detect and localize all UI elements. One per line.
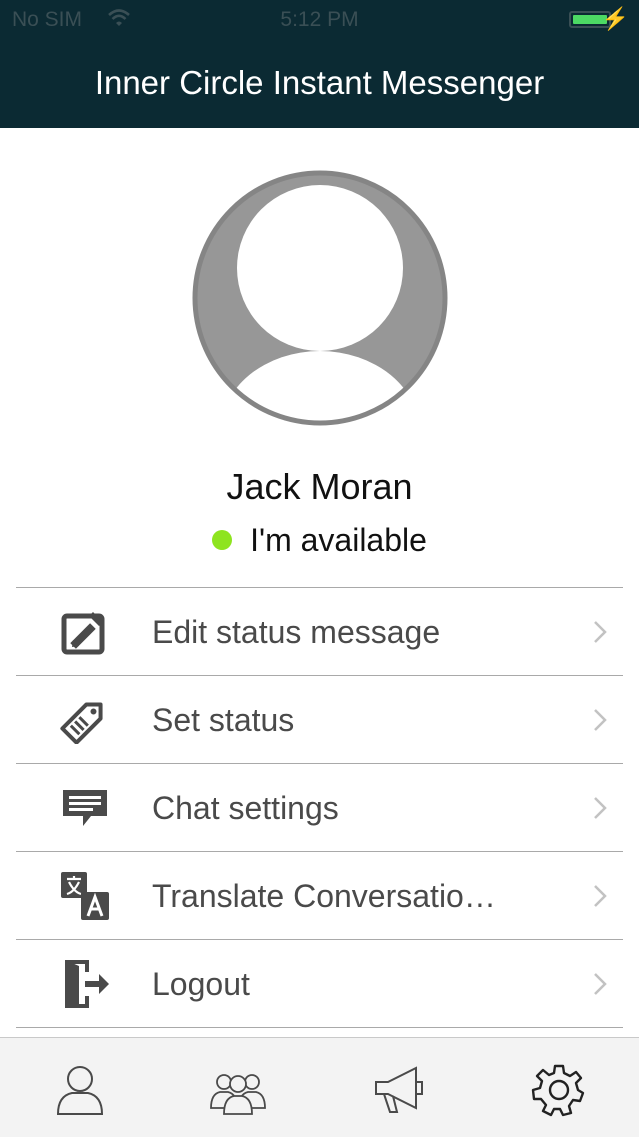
profile-name: Jack Moran — [226, 466, 413, 507]
avatar[interactable] — [190, 168, 450, 428]
avatar-placeholder-icon — [192, 170, 448, 426]
menu-item-translate-conversation[interactable]: Translate Conversatio… — [16, 852, 623, 940]
tab-groups[interactable] — [208, 1062, 268, 1118]
clock: 5:12 PM — [280, 8, 359, 31]
chevron-right-icon — [593, 620, 607, 644]
tab-broadcast[interactable] — [370, 1062, 430, 1118]
edit-icon — [59, 608, 111, 656]
menu-item-logout[interactable]: Logout — [16, 940, 623, 1028]
chevron-right-icon — [593, 972, 607, 996]
charging-icon: ⚡ — [601, 6, 629, 31]
tab-settings[interactable] — [529, 1062, 589, 1118]
chat-bubble-icon — [59, 784, 111, 832]
menu-item-edit-status-message[interactable]: Edit status message — [16, 588, 623, 676]
presence-dot — [212, 529, 233, 550]
status-bar: No SIM 5:12 PM ⚡ — [0, 0, 639, 40]
groups-icon — [210, 1074, 266, 1115]
page-title: Inner Circle Instant Messenger — [94, 64, 545, 101]
presence-text: I'm available — [250, 522, 427, 558]
menu-item-label: Translate Conversatio… — [152, 878, 496, 914]
menu-item-chat-settings[interactable]: Chat settings — [16, 764, 623, 852]
tag-icon — [59, 696, 111, 745]
chevron-right-icon — [593, 884, 607, 908]
settings-icon — [531, 1064, 585, 1117]
tab-bar — [0, 1037, 639, 1137]
contacts-icon — [56, 1066, 104, 1115]
presence-status[interactable]: I'm available — [0, 522, 639, 559]
translate-icon — [59, 872, 111, 920]
menu-item-label: Edit status message — [152, 614, 441, 650]
menu-item-label: Set status — [152, 702, 295, 738]
menu-item-label: Logout — [152, 966, 250, 1002]
navigation-bar: Inner Circle Instant Messenger — [0, 40, 639, 128]
broadcast-icon — [375, 1066, 423, 1113]
settings-menu: Edit status message Set status Chat sett… — [16, 587, 623, 1028]
menu-item-label: Chat settings — [152, 790, 339, 826]
chevron-right-icon — [593, 796, 607, 820]
chevron-right-icon — [593, 708, 607, 732]
logout-icon — [59, 960, 111, 1008]
tab-contacts[interactable] — [50, 1062, 110, 1118]
menu-item-set-status[interactable]: Set status — [16, 676, 623, 764]
